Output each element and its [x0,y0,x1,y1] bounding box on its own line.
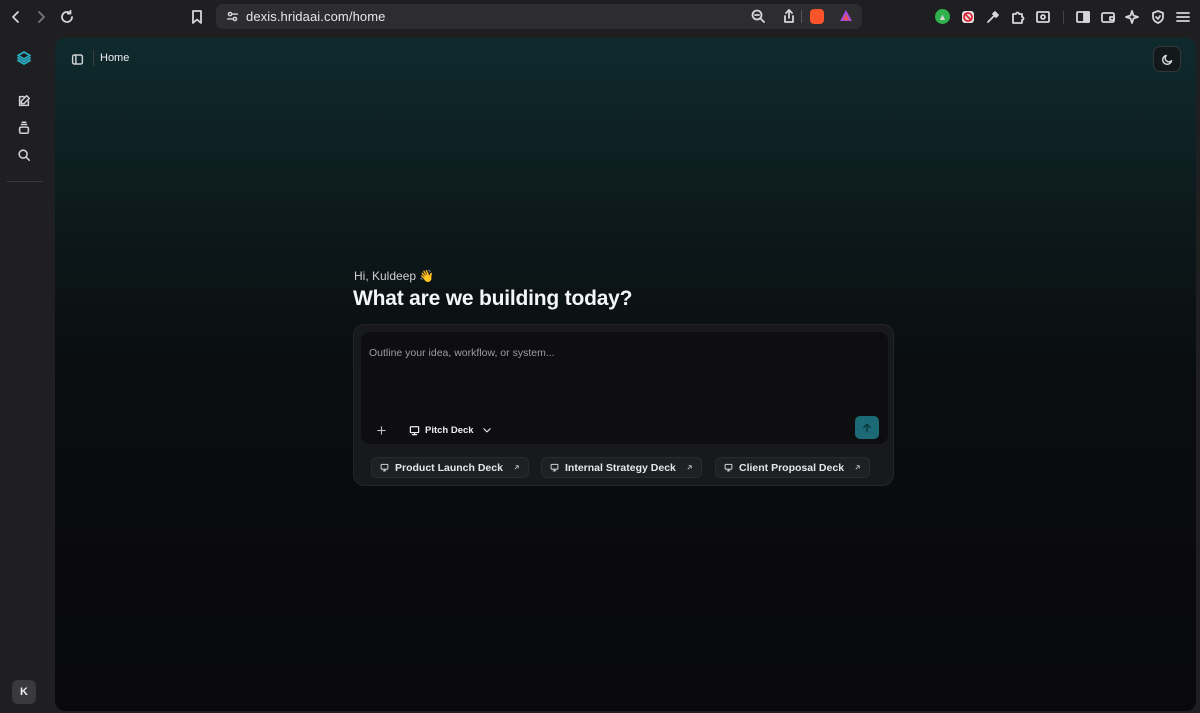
app-sidebar: K [0,34,50,713]
send-button[interactable] [855,416,879,439]
theme-toggle-button[interactable] [1153,46,1181,72]
composer-card: Outline your idea, workflow, or system..… [353,324,894,486]
attach-button[interactable] [374,423,388,437]
search-icon[interactable] [14,145,34,165]
arrow-up-right-icon [509,464,520,471]
presentation-icon [409,425,420,435]
leo-ai-icon[interactable] [1123,7,1143,27]
forward-icon[interactable] [31,7,51,27]
back-icon[interactable] [6,7,26,27]
arrow-up-icon [863,423,871,432]
sidebar-divider [7,181,43,182]
browser-toolbar: dexis.hridaai.com/home ▲ [0,0,1200,34]
wallet-icon[interactable] [1098,7,1118,27]
presentation-icon [380,463,389,472]
eyedropper-icon[interactable] [983,7,1003,27]
arrow-up-right-icon [850,464,861,471]
sidebar-toggle-icon[interactable] [1073,7,1093,27]
extension-cursor-icon[interactable]: ▲ [935,9,950,24]
reader-icon[interactable] [1033,7,1053,27]
page-title: What are we building today? [353,287,633,310]
presentation-icon [724,463,733,472]
presentation-icon [550,463,559,472]
brave-rewards-icon[interactable] [836,6,856,26]
suggestion-chip[interactable]: Product Launch Deck [371,457,529,478]
suggestion-chip[interactable]: Client Proposal Deck [715,457,871,478]
prompt-placeholder: Outline your idea, workflow, or system..… [369,347,555,359]
avatar[interactable]: K [12,680,36,704]
url-text: dexis.hridaai.com/home [246,9,386,24]
brave-shields-icon[interactable] [810,9,824,24]
share-icon[interactable] [779,6,799,26]
toolbar-divider [1063,11,1064,24]
app-logo-icon[interactable] [14,48,34,68]
moon-icon [1161,54,1172,65]
extensions-icon[interactable] [1008,7,1028,27]
prompt-input[interactable]: Outline your idea, workflow, or system..… [361,332,888,444]
arrow-up-right-icon [682,464,693,471]
address-bar[interactable]: dexis.hridaai.com/home [216,4,862,29]
main-panel: Home Hi, Kuldeep 👋 What are we building … [55,38,1196,711]
panel-toggle-icon[interactable] [69,51,85,67]
new-chat-icon[interactable] [14,91,34,111]
zoom-icon[interactable] [748,6,768,26]
mode-label: Pitch Deck [425,424,474,436]
topbar-divider [93,50,94,66]
bookmark-icon[interactable] [187,7,207,27]
suggestion-chip[interactable]: Internal Strategy Deck [541,457,702,478]
menu-icon[interactable] [1173,7,1193,27]
greeting: Hi, Kuldeep 👋 [354,269,435,283]
breadcrumb: Home [100,52,130,64]
site-settings-icon[interactable] [222,6,242,26]
reload-icon[interactable] [57,7,77,27]
vpn-icon[interactable] [1148,7,1168,27]
url-divider [801,10,802,23]
library-icon[interactable] [14,118,34,138]
extension-block-icon[interactable] [958,7,978,27]
suggestion-label: Product Launch Deck [395,461,503,474]
mode-selector[interactable]: Pitch Deck [409,421,492,439]
suggestion-label: Client Proposal Deck [739,461,845,474]
suggestion-label: Internal Strategy Deck [565,461,676,474]
chevron-down-icon [482,428,491,433]
plus-icon [376,425,386,435]
